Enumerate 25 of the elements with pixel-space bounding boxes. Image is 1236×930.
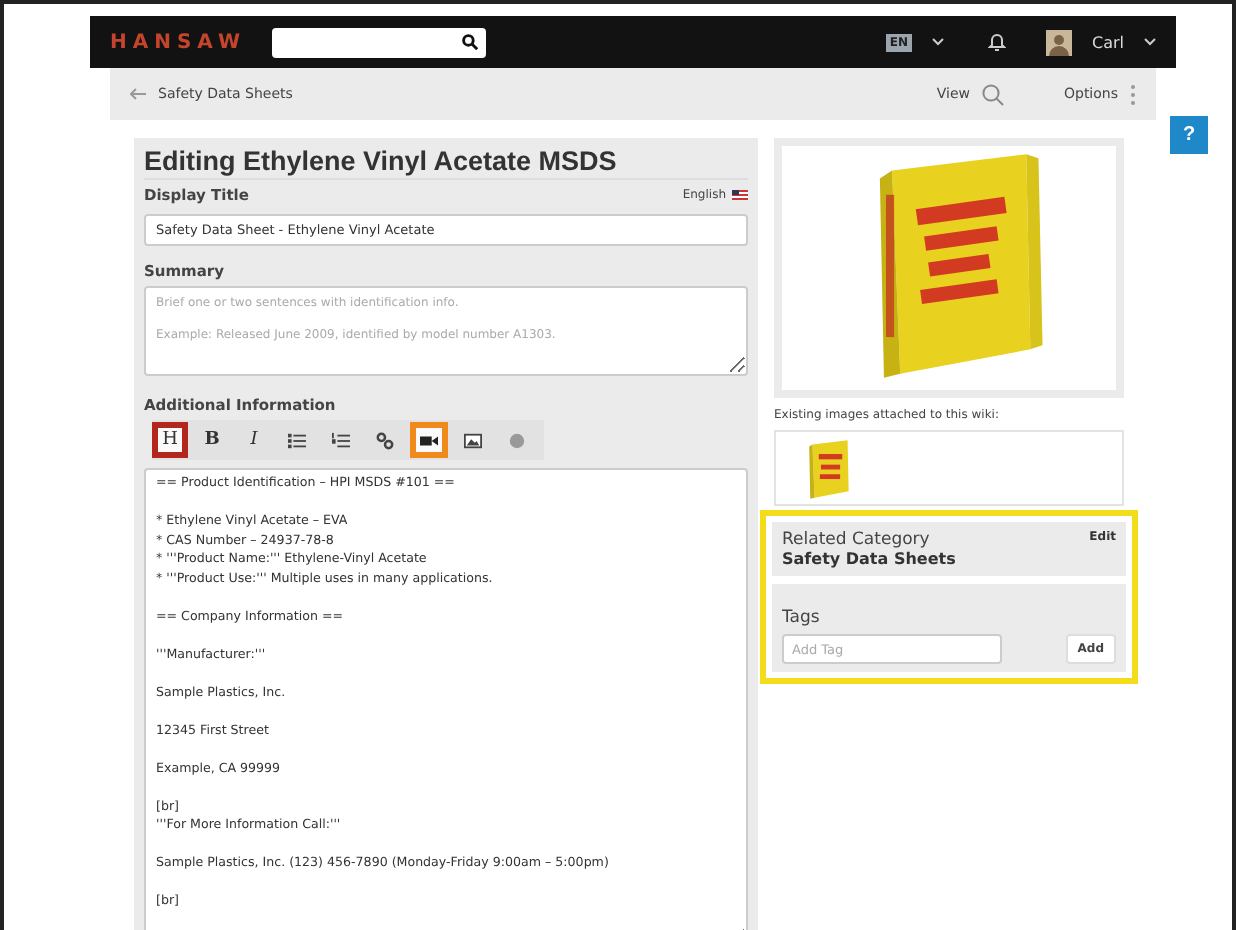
category-name: Safety Data Sheets: [782, 550, 958, 568]
link-icon: [376, 431, 394, 449]
search-icon[interactable]: [981, 83, 1004, 105]
chevron-down-icon[interactable]: [1144, 38, 1156, 46]
toolbar-button[interactable]: I: [236, 422, 272, 458]
bell-icon[interactable]: [988, 32, 1006, 52]
search-icon: [462, 34, 478, 50]
numbered-list-icon: [332, 431, 350, 449]
logo[interactable]: HANSAW: [110, 31, 246, 53]
search-field[interactable]: [272, 27, 486, 57]
chevron-down-icon[interactable]: [932, 38, 944, 46]
image-icon: [464, 431, 482, 449]
bullet-list-icon: [288, 431, 306, 449]
flag-icon: [732, 190, 748, 200]
help-button[interactable]: ?: [1170, 116, 1208, 154]
help-icon: [508, 431, 526, 449]
video-camera-icon: [420, 431, 438, 449]
card-title: Tags: [782, 608, 820, 628]
toolbar-button[interactable]: [410, 422, 448, 458]
page-title: Editing Ethylene Vinyl Acetate MSDS: [144, 146, 748, 180]
toolbar-button[interactable]: B: [194, 422, 230, 458]
card-title: Related Category: [782, 530, 930, 550]
toolbar-button[interactable]: H: [152, 422, 188, 458]
avatar[interactable]: [1046, 29, 1072, 55]
user-name[interactable]: Carl: [1092, 33, 1124, 51]
